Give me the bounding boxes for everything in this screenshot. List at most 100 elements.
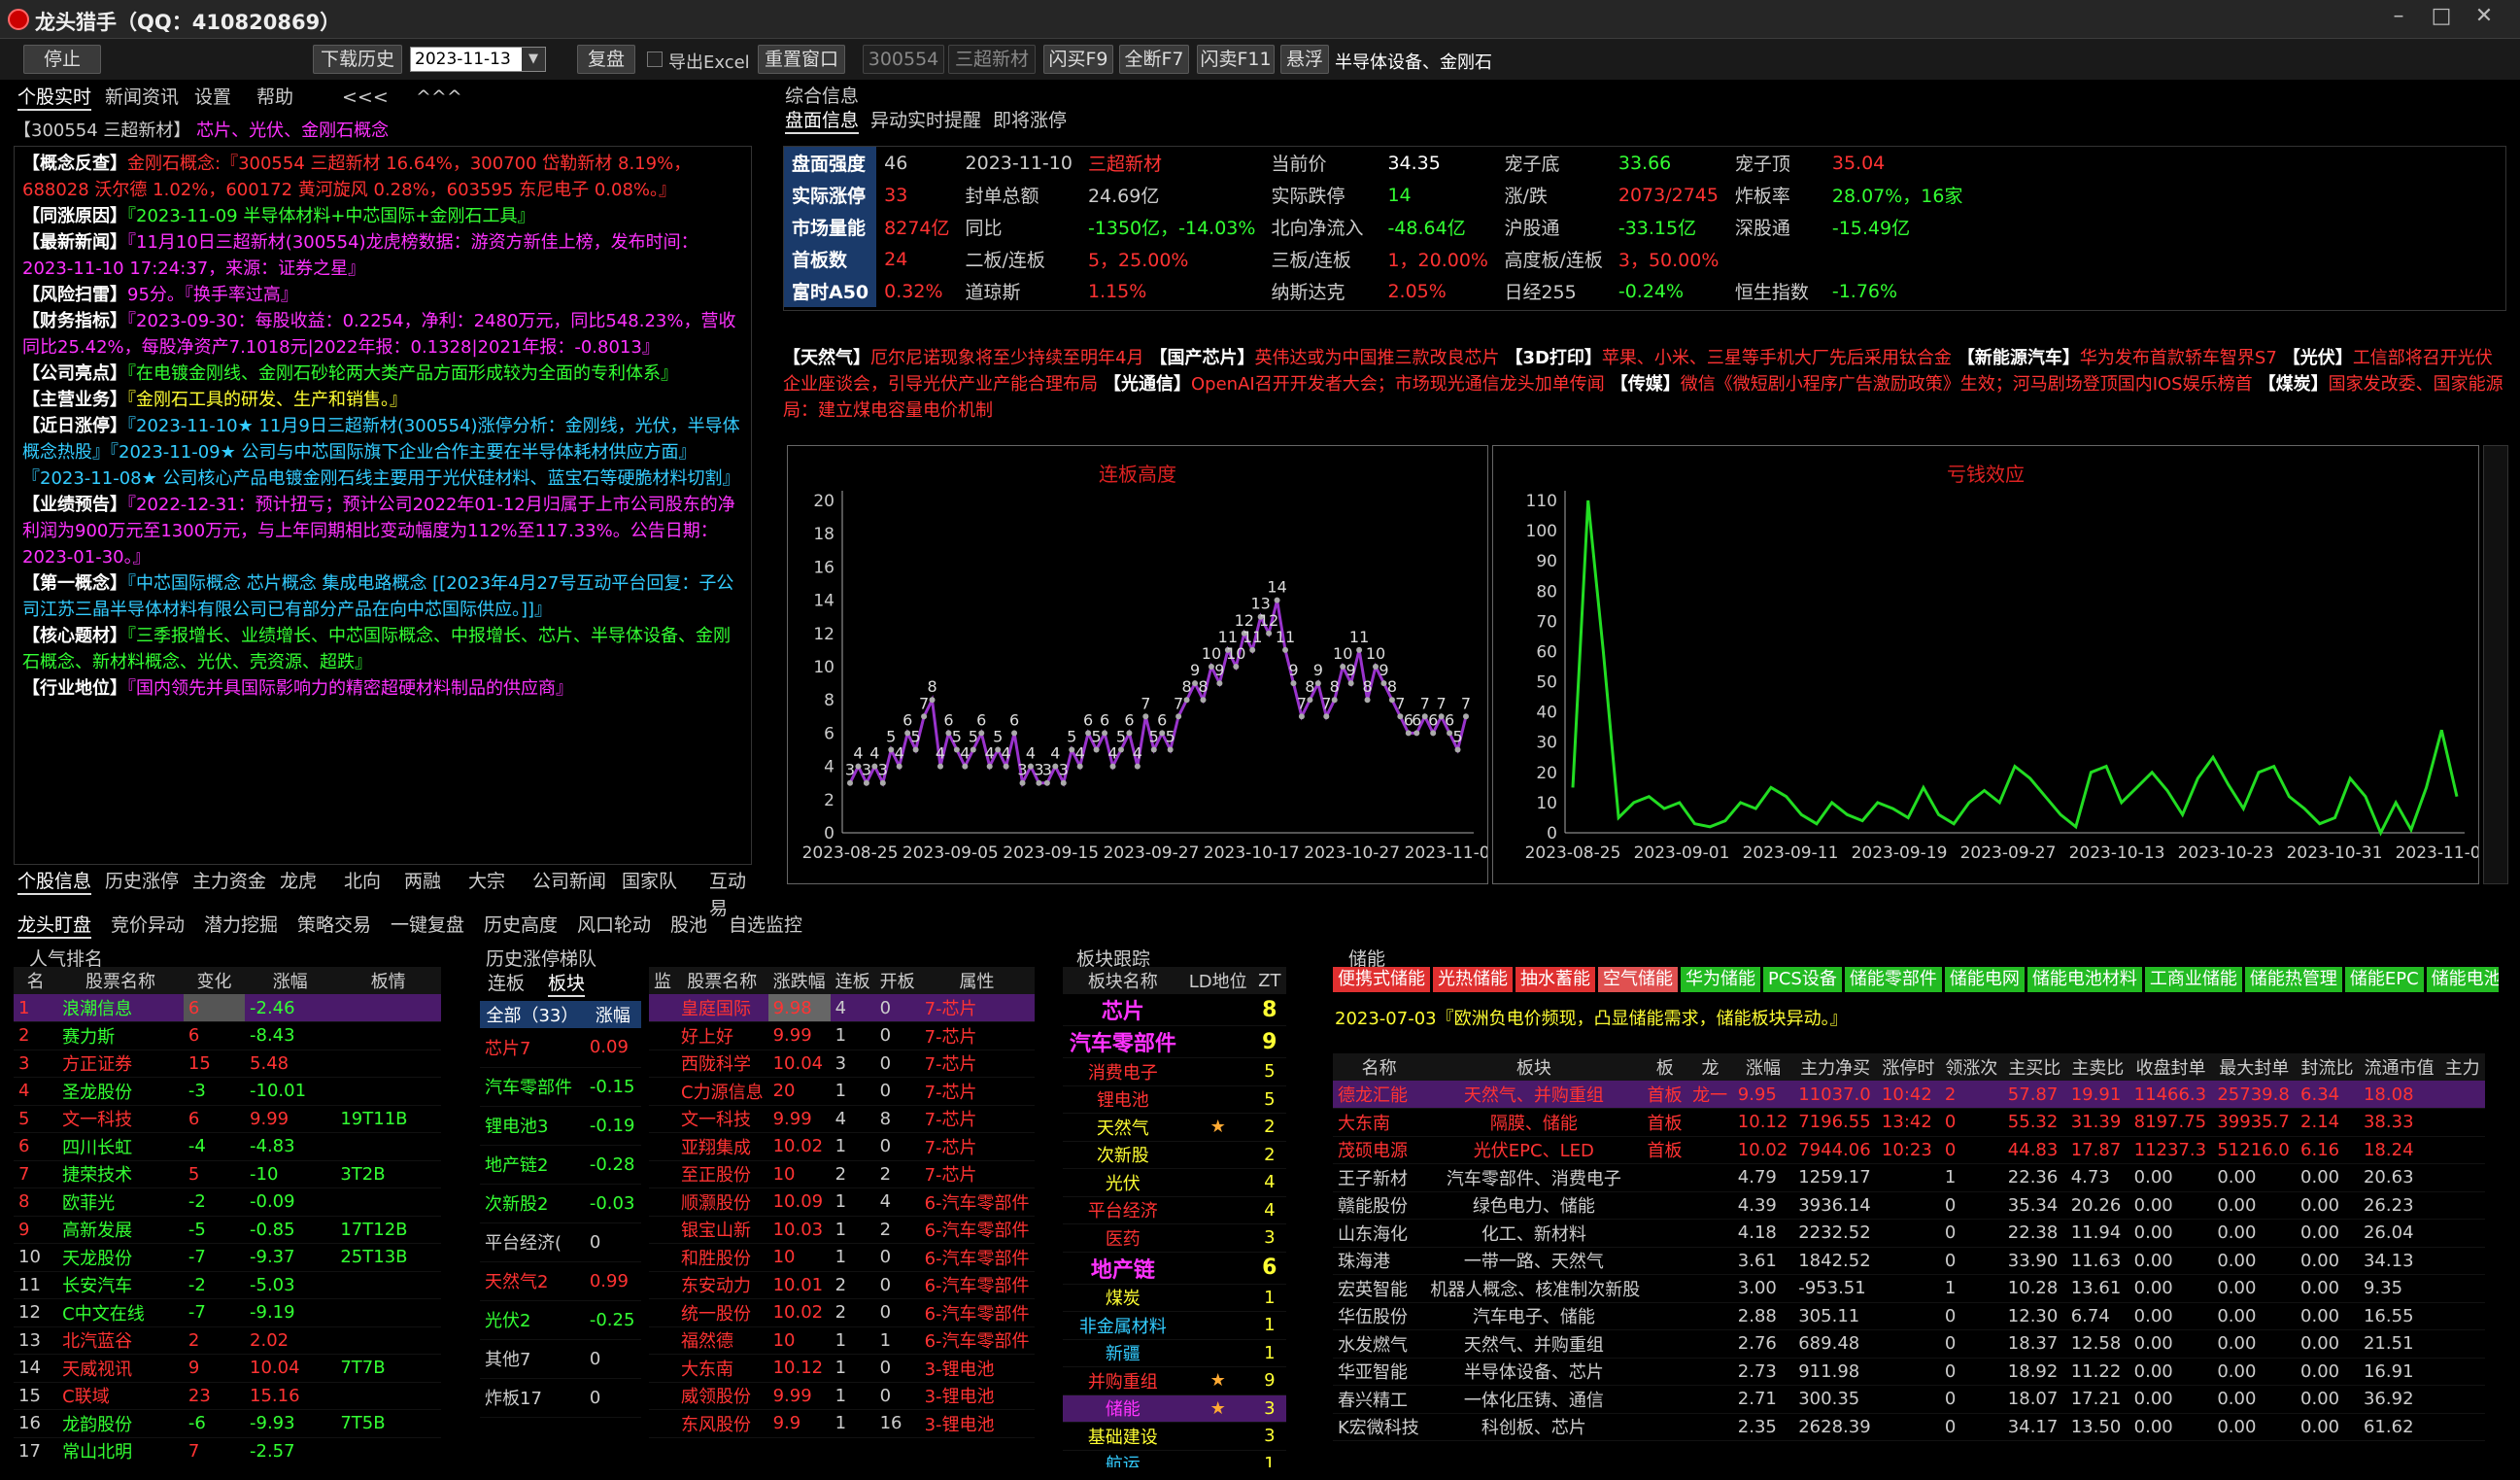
table-row[interactable]: 14 天威视讯 9 10.04 7T7B [14,1354,441,1383]
table-row[interactable]: 天然气2 0.99 [480,1261,641,1301]
col-header[interactable]: 板块 [1425,1053,1643,1081]
tab-bottom_tabs-7[interactable]: 股池 [670,912,707,939]
tab-left_bottom_tabs-9[interactable]: 互动易 [709,868,762,919]
table-row[interactable]: 消费电子 5 [1063,1057,1286,1086]
energy-tag[interactable]: 储能电池材料 [2026,967,2142,992]
table-row[interactable]: 大东南 隔膜、储能 首板 10.12 7196.55 13:42 0 55.32 31.39 81… [1333,1108,2485,1137]
table-row[interactable]: 航运 1 [1063,1450,1286,1467]
tab-sector[interactable]: 板块 [548,970,586,997]
chevron-down-icon[interactable]: ▼ [522,48,545,71]
table-row[interactable]: 芯片 8 [1063,994,1286,1026]
energy-tag[interactable]: 空气储能 [1598,967,1678,992]
collapse-up-button[interactable]: ^^^ [416,84,462,111]
table-row[interactable]: 平台经济(0 [480,1222,641,1262]
reset-window-button[interactable]: 重置窗口 [758,45,845,74]
col-header[interactable]: 监 [649,967,676,994]
table-row[interactable]: 平台经济 4 [1063,1196,1286,1224]
tab-alerts[interactable]: 异动实时提醒 [870,107,981,134]
col-header[interactable]: 全部（33） [480,1001,585,1028]
tab-bottom_tabs-1[interactable]: 竞价异动 [111,912,185,939]
tab-left_bottom_tabs-2[interactable]: 主力资金 [192,868,266,895]
col-header[interactable]: 最大封单 [2212,1053,2297,1081]
table-row[interactable]: 11 长安汽车 -2 -5.03 [14,1271,441,1299]
table-row[interactable]: 锂电池3 -0.19 [480,1106,641,1146]
energy-tag[interactable]: 便携式储能 [1333,967,1430,992]
table-row[interactable]: K宏微科技 科创板、芯片 2.35 2628.39 0 34.17 13.50 0.00 0.0… [1333,1413,2485,1441]
table-row[interactable]: 文一科技 9.99 4 8 7-芯片 [649,1105,1035,1133]
table-row[interactable]: 赣能股份 绿色电力、储能 4.39 3936.14 0 35.34 20.26 0.00 0.0… [1333,1191,2485,1220]
close-button[interactable]: ✕ [2468,4,2501,33]
full-sell-button[interactable]: 全断F7 [1119,45,1189,74]
table-row[interactable]: 3 方正证券 15 5.48 [14,1050,441,1078]
tab-bottom_tabs-3[interactable]: 策略交易 [297,912,371,939]
table-row[interactable]: 银宝山新 10.03 1 2 6-汽车零部件 [649,1216,1035,1244]
table-row[interactable]: 9 高新发展 -5 -0.85 17T12B [14,1216,441,1244]
table-row[interactable]: 华伍股份 汽车电子、储能 2.88 305.11 0 12.30 6.74 0.00 0.00 0… [1333,1302,2485,1330]
table-row[interactable]: 芯片7 0.09 [480,1028,641,1068]
table-row[interactable]: 新疆 1 [1063,1339,1286,1367]
collapse-left-button[interactable]: <<< [342,84,389,111]
table-row[interactable]: 西陇科学 10.04 3 0 7-芯片 [649,1050,1035,1078]
col-header[interactable]: 变化 [183,967,246,994]
table-row[interactable]: 15 C联域 23 15.16 [14,1382,441,1410]
energy-tag[interactable]: 光热储能 [1433,967,1513,992]
table-row[interactable]: 次新股2 -0.03 [480,1184,641,1223]
table-row[interactable]: 威领股份 9.99 1 0 3-锂电池 [649,1382,1035,1410]
col-header[interactable]: 收盘封单 [2128,1053,2213,1081]
table-row[interactable]: 德龙汇能 天然气、并购重组 首板 龙一 9.95 11037.0 10:42 2 57.87 19… [1333,1081,2485,1109]
col-header[interactable]: 名称 [1333,1053,1426,1081]
energy-tag[interactable]: 储能零部件 [1844,967,1942,992]
news-text[interactable]: 华为发布首款轿车智界S7 [2080,348,2277,368]
tab-left_bottom_tabs-0[interactable]: 个股信息 [17,868,92,895]
table-row[interactable]: 王子新材 汽车零部件、消费电子 4.79 1259.17 1 22.36 4.73 0.00 0… [1333,1163,2485,1192]
table-row[interactable]: 汽车零部件 -0.15 [480,1067,641,1107]
side-scroll[interactable] [2483,445,2508,884]
table-row[interactable]: 好上好 9.99 1 0 7-芯片 [649,1021,1035,1050]
table-row[interactable]: 东安动力 10.01 2 0 6-汽车零部件 [649,1271,1035,1299]
table-row[interactable]: 天然气 ★ 2 [1063,1113,1286,1142]
table-row[interactable]: 汽车零部件 9 [1063,1025,1286,1058]
float-button[interactable]: 悬浮 [1280,45,1329,74]
table-row[interactable]: 17 常山北明 7 -2.57 [14,1437,441,1463]
col-header[interactable]: 涨幅 [1732,1053,1794,1081]
col-header[interactable]: 流通市值 [2358,1053,2440,1081]
flash-sell-button[interactable]: 闪卖F11 [1197,45,1275,74]
col-header[interactable]: 领涨次 [1939,1053,2003,1081]
tab-left_bottom_tabs-7[interactable]: 公司新闻 [532,868,606,895]
table-row[interactable]: 13 北汽蓝谷 2 2.02 [14,1326,441,1355]
stock-name-field[interactable]: 三超新材 [948,45,1036,74]
col-header[interactable]: 涨幅 [584,1001,641,1028]
tab-left_bottom_tabs-6[interactable]: 大宗 [468,868,505,895]
replay-button[interactable]: 复盘 [577,45,635,74]
table-row[interactable]: 统一股份 10.02 2 0 6-汽车零部件 [649,1298,1035,1327]
table-row[interactable]: 地产链 6 [1063,1252,1286,1285]
table-row[interactable]: 至正股份 10 2 2 7-芯片 [649,1160,1035,1188]
table-row[interactable]: 其他7 0 [480,1339,641,1379]
col-header[interactable]: 板 [1642,1053,1688,1081]
table-row[interactable]: 茂硕电源 光伏EPC、LED 首板 10.02 7944.06 10:23 0 44.83 17… [1333,1136,2485,1164]
col-header[interactable]: 名 [14,967,58,994]
table-row[interactable]: 煤炭 1 [1063,1284,1286,1312]
news-text[interactable]: 厄尔尼诺现象将至少持续至明年4月 [870,348,1143,368]
table-row[interactable]: 非金属材料 1 [1063,1311,1286,1340]
col-header[interactable]: ZT [1252,967,1286,994]
col-header[interactable]: 股票名称 [57,967,184,994]
tab-bottom_tabs-4[interactable]: 一键复盘 [391,912,464,939]
col-header[interactable]: 板块名称 [1063,967,1183,994]
table-row[interactable]: 亚翔集成 10.02 1 0 7-芯片 [649,1132,1035,1161]
col-header[interactable]: LD地位 [1182,967,1253,994]
tab-bottom_tabs-6[interactable]: 风口轮动 [577,912,651,939]
tab-bottom_tabs-2[interactable]: 潜力挖掘 [204,912,278,939]
table-row[interactable]: 5 文一科技 6 9.99 19T11B [14,1105,441,1133]
table-row[interactable]: 基础建设 3 [1063,1422,1286,1451]
col-header[interactable]: 涨幅 [245,967,336,994]
flash-buy-button[interactable]: 闪买F9 [1043,45,1113,74]
energy-tag[interactable]: 储能电网 [1944,967,2025,992]
stop-button[interactable]: 停止 [23,45,101,74]
tab-left_bottom_tabs-1[interactable]: 历史涨停 [105,868,179,895]
table-row[interactable]: 1 浪潮信息 6 -2.46 [14,994,441,1022]
energy-tag[interactable]: 工商业储能 [2144,967,2242,992]
tab-news[interactable]: 新闻资讯 [105,84,179,111]
table-row[interactable]: 和胜股份 10 1 0 6-汽车零部件 [649,1243,1035,1272]
col-header[interactable]: 属性 [919,967,1035,994]
